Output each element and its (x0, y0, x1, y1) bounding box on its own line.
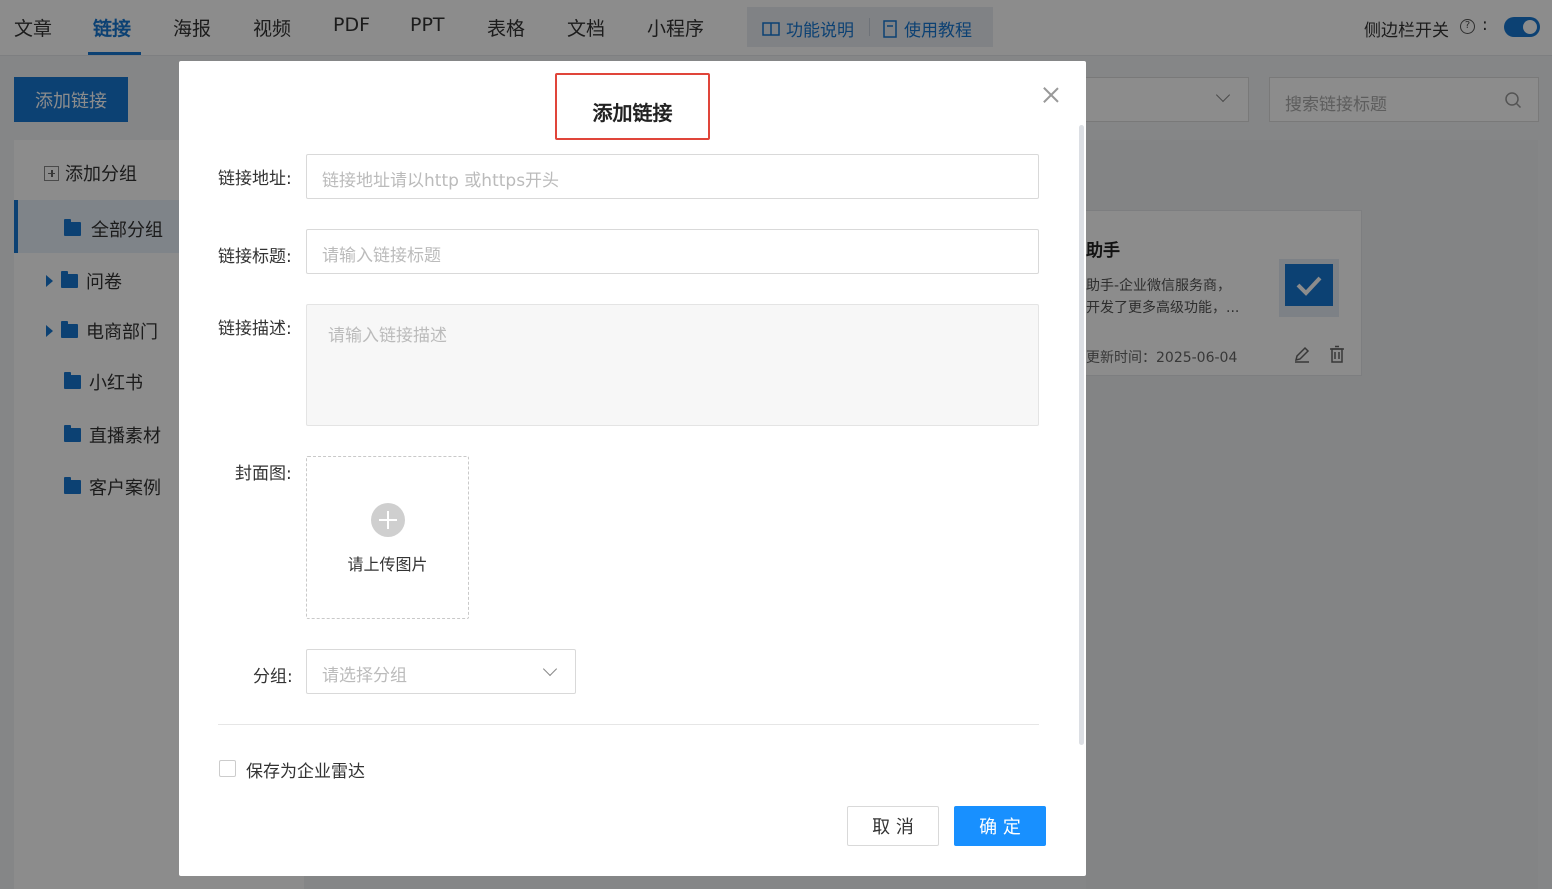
cover-label: 封面图: (235, 464, 292, 484)
dialog-title-highlight: 添加链接 (555, 73, 710, 140)
url-input[interactable]: 链接地址请以http 或https开头 (306, 154, 1039, 199)
desc-label: 链接描述: (218, 319, 292, 339)
title-input[interactable]: 请输入链接标题 (306, 229, 1039, 274)
dialog-title: 添加链接 (592, 101, 673, 125)
save-radar-label[interactable]: 保存为企业雷达 (246, 757, 365, 782)
plus-circle-icon (371, 503, 405, 537)
save-radar-checkbox[interactable] (219, 760, 236, 777)
desc-placeholder: 请输入链接描述 (328, 326, 447, 346)
close-icon[interactable] (1041, 85, 1061, 105)
url-label: 链接地址: (218, 169, 292, 189)
add-link-dialog: 添加链接 链接地址: 链接地址请以http 或https开头 链接标题: 请输入… (179, 61, 1086, 876)
cover-upload[interactable]: 请上传图片 (306, 456, 469, 619)
group-select[interactable]: 请选择分组 (306, 649, 576, 694)
chevron-down-icon (542, 661, 558, 677)
group-label: 分组: (253, 667, 293, 687)
desc-textarea[interactable]: 请输入链接描述 (306, 304, 1039, 426)
dialog-scrollbar[interactable] (1079, 125, 1084, 745)
upload-text: 请上传图片 (347, 555, 428, 574)
form-divider (218, 724, 1039, 725)
cancel-button[interactable]: 取 消 (847, 806, 939, 846)
confirm-button[interactable]: 确 定 (954, 806, 1046, 846)
title-label: 链接标题: (218, 247, 292, 267)
group-placeholder: 请选择分组 (322, 666, 407, 686)
url-placeholder: 链接地址请以http 或https开头 (322, 171, 560, 191)
title-placeholder: 请输入链接标题 (322, 246, 441, 266)
